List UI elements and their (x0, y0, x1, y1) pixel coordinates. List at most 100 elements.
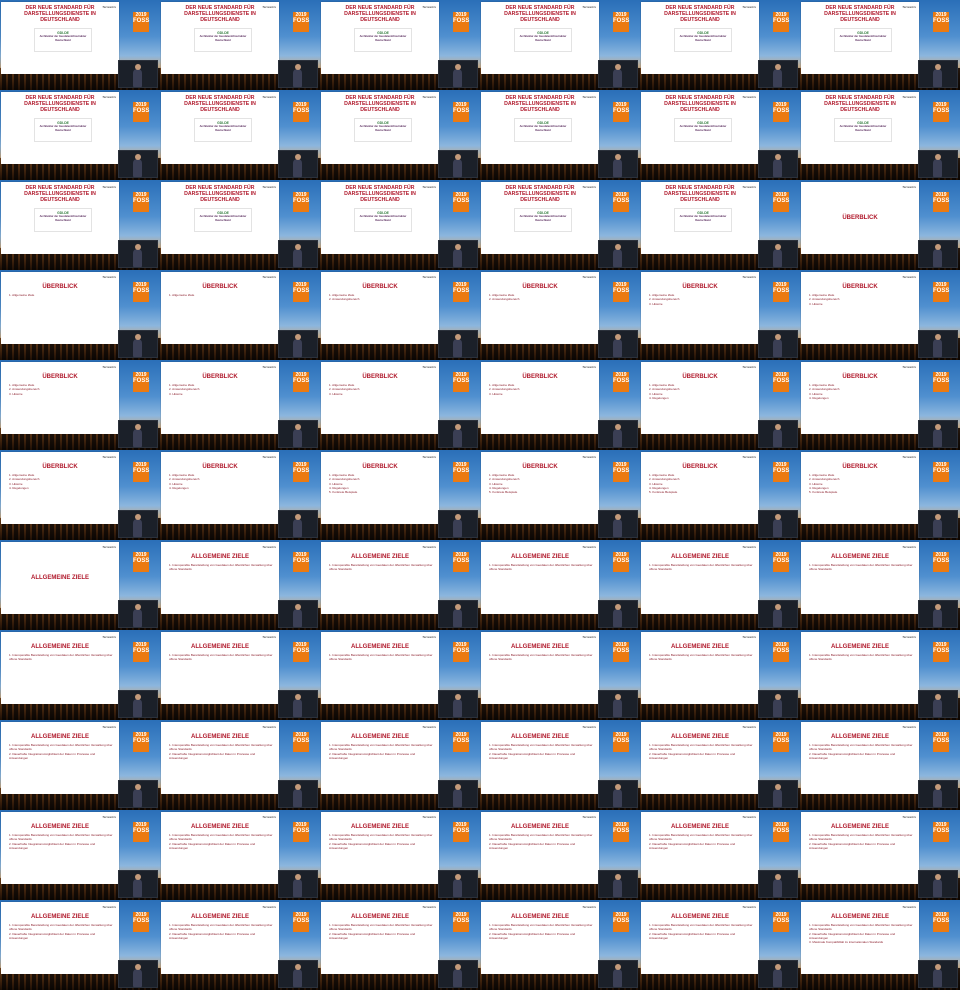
foss-logo: 2019 FOSS (293, 822, 309, 842)
foss-label: FOSS (933, 18, 950, 25)
bullet-list: 1. Interoperable Bereitstellung von Geod… (329, 743, 433, 760)
speaker-inset (438, 510, 478, 538)
video-frame: Terrestris ALLGEMEINE ZIELE 1. Interoperab… (480, 630, 640, 720)
speaker-inset (758, 60, 798, 88)
video-frame: Terrestris ALLGEMEINE ZIELE 1. Interoperab… (640, 720, 800, 810)
slide-title: ALLGEMEINE ZIELE (830, 734, 889, 740)
speaker-head (775, 784, 781, 790)
speaker-body (133, 69, 142, 87)
video-frame: Terrestris ÜBERBLICK 1. Allgemeine Ziele 2.… (640, 360, 800, 450)
speaker-body (453, 69, 462, 87)
slide-title: ALLGEMEINE ZIELE (30, 575, 89, 581)
presentation-slide: Terrestris ÜBERBLICK 1. Allgemeine Ziele 2.… (161, 362, 279, 434)
presentation-slide: Terrestris ÜBERBLICK 1. Allgemeine Ziele 2.… (321, 272, 439, 344)
slide-title: ALLGEMEINE ZIELE (190, 734, 249, 740)
foss-label: FOSS (453, 828, 470, 835)
speaker-inset (758, 240, 798, 268)
presentation-slide: Terrestris ÜBERBLICK 1. Allgemeine Ziele 2.… (641, 362, 759, 434)
bullet-item: 2. Dauerhafte Integrationsmöglichkeit de… (329, 751, 416, 761)
speaker-body (133, 969, 142, 987)
bullet-item: 1. Interoperable Bereitstellung von Geod… (9, 653, 113, 662)
brand-logo: Terrestris (582, 365, 596, 369)
bullet-list: 1. Allgemeine Ziele 2. Anwendungsbereich 3… (169, 473, 273, 490)
speaker-body (933, 69, 942, 87)
speaker-head (135, 964, 141, 970)
bullet-item: 1. Interoperable Bereitstellung von Geod… (329, 923, 433, 932)
foss-label: FOSS (773, 108, 790, 115)
foss-label: FOSS (933, 738, 950, 745)
bullet-item: 3. Historie (9, 391, 23, 396)
bullet-item: 1. Allgemeine Ziele (9, 293, 35, 297)
bullet-list: 1. Allgemeine Ziele (169, 293, 273, 297)
foss-logo: 2019 FOSS (133, 462, 149, 482)
slide-title: DER NEUE STANDARD FÜR DARSTELLUNGSDIENST… (504, 5, 576, 23)
bullet-list: 1. Interoperable Bereitstellung von Geod… (809, 653, 913, 662)
foss-logo: 2019 FOSS (453, 642, 469, 662)
foss-label: FOSS (773, 738, 790, 745)
slide-title: ÜBERBLICK (42, 464, 78, 470)
speaker-head (295, 334, 301, 340)
video-frame: Terrestris ALLGEMEINE ZIELE 1. Interoperab… (160, 900, 320, 990)
speaker-body (613, 429, 622, 447)
brand-logo: Terrestris (102, 905, 116, 909)
video-frame: Terrestris ALLGEMEINE ZIELE 1. Interoperab… (480, 540, 640, 630)
foss-logo: 2019 FOSS (613, 282, 629, 302)
brand-logo: Terrestris (742, 545, 756, 549)
foss-label: FOSS (453, 288, 470, 295)
foss-logo: 2019 FOSS (773, 912, 789, 932)
bullet-item: 1. Interoperable Bereitstellung von Geod… (809, 923, 913, 932)
brand-logo: Terrestris (582, 635, 596, 639)
brand-logo: Terrestris (582, 455, 596, 459)
speaker-inset (918, 240, 958, 268)
video-frame: Terrestris ÜBERBLICK 1. Allgemeine Ziele 2.… (320, 450, 480, 540)
speaker-body (933, 699, 942, 717)
bullet-item: 2. Dauerhafte Integrationsmöglichkeit de… (649, 841, 736, 851)
gdi-logo-box: GDI-DE Architektur der Geodateninfrastruk… (674, 28, 732, 52)
presentation-slide: Terrestris ÜBERBLICK 1. Allgemeine Ziele 2.… (801, 362, 919, 434)
speaker-body (453, 699, 462, 717)
speaker-body (133, 429, 142, 447)
speaker-inset (438, 240, 478, 268)
presentation-slide: Terrestris ALLGEMEINE ZIELE 1. Interoperab… (801, 542, 919, 614)
speaker-body (773, 879, 782, 897)
speaker-inset (598, 600, 638, 628)
bullet-list: 1. Interoperable Bereitstellung von Geod… (329, 563, 433, 572)
bullet-list: 1. Interoperable Bereitstellung von Geod… (169, 743, 273, 760)
presentation-slide: Terrestris ALLGEMEINE ZIELE 1. Interoperab… (321, 722, 439, 794)
speaker-inset (118, 240, 158, 268)
speaker-head (455, 694, 461, 700)
foss-logo: 2019 FOSS (613, 642, 629, 662)
speaker-head (295, 424, 301, 430)
video-frame: Terrestris ÜBERBLICK 1. Allgemeine Ziele 2.… (640, 450, 800, 540)
presentation-slide: Terrestris ALLGEMEINE ZIELE 1. Interoperab… (321, 542, 439, 614)
foss-logo: 2019 FOSS (773, 12, 789, 32)
brand-logo: Terrestris (902, 905, 916, 909)
speaker-body (773, 69, 782, 87)
video-frame: Terrestris ALLGEMEINE ZIELE 1. Interoperab… (160, 720, 320, 810)
video-frame: Terrestris DER NEUE STANDARD FÜR DARSTELL… (160, 180, 320, 270)
brand-logo: Terrestris (902, 455, 916, 459)
speaker-head (935, 784, 941, 790)
foss-label: FOSS (453, 558, 470, 565)
bullet-list: 1. Interoperable Bereitstellung von Geod… (169, 923, 273, 940)
presentation-slide: Terrestris ÜBERBLICK 1. Allgemeine Ziele 2.… (321, 452, 439, 524)
speaker-body (773, 249, 782, 267)
architecture-label: Architektur der Geodateninfrastruktur De… (679, 35, 727, 42)
foss-label: FOSS (773, 18, 790, 25)
foss-logo: 2019 FOSS (773, 642, 789, 662)
gdi-logo-box: GDI-DE Architektur der Geodateninfrastruk… (834, 118, 892, 142)
video-frame: Terrestris DER NEUE STANDARD FÜR DARSTELL… (640, 90, 800, 180)
gdi-logo-box: GDI-DE Architektur der Geodateninfrastruk… (514, 208, 572, 232)
slide-title: ALLGEMEINE ZIELE (350, 554, 409, 560)
presentation-slide: Terrestris DER NEUE STANDARD FÜR DARSTELL… (321, 2, 439, 74)
foss-label: FOSS (613, 18, 630, 25)
foss-logo: 2019 FOSS (293, 372, 309, 392)
speaker-inset (758, 870, 798, 898)
slide-title: ÜBERBLICK (682, 464, 718, 470)
slide-title: DER NEUE STANDARD FÜR DARSTELLUNGSDIENST… (344, 95, 416, 113)
bullet-item: 2. Dauerhafte Integrationsmöglichkeit de… (809, 751, 896, 761)
presentation-slide: Terrestris DER NEUE STANDARD FÜR DARSTELL… (321, 182, 439, 254)
speaker-head (135, 784, 141, 790)
presentation-slide: Terrestris ÜBERBLICK 1. Allgemeine Ziele 2.… (641, 452, 759, 524)
speaker-head (455, 784, 461, 790)
